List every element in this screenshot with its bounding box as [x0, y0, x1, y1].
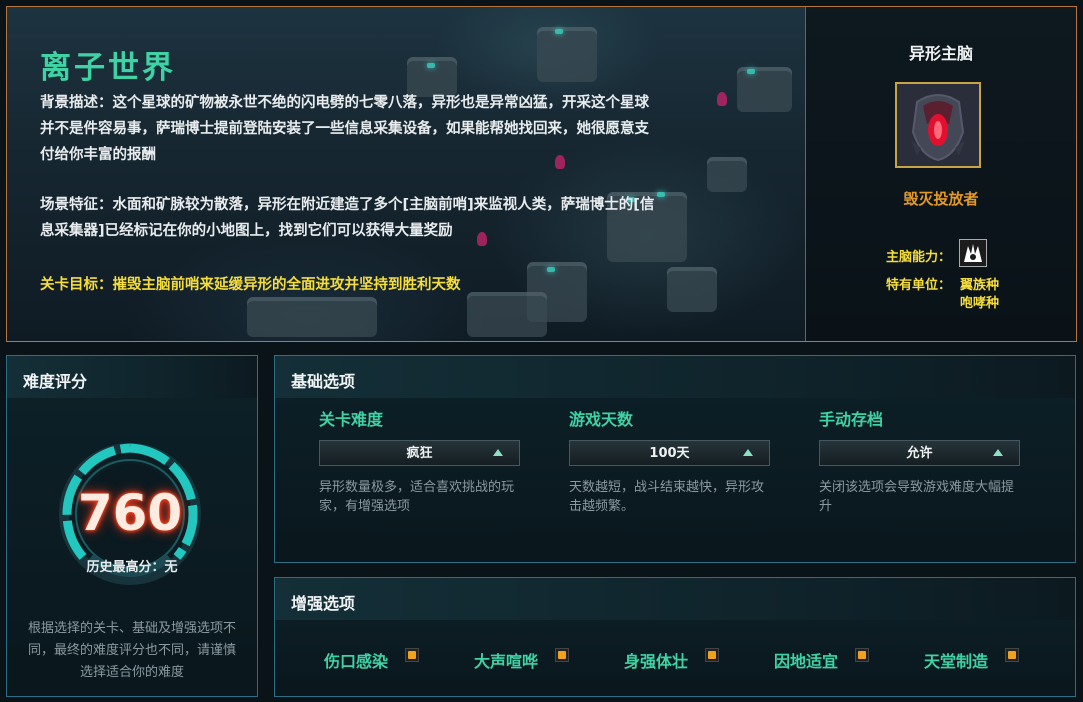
- option-description: 异形数量极多，适合喜欢挑战的玩家，有增强选项: [319, 480, 515, 514]
- enhanced-option-label[interactable]: 身强体壮: [624, 648, 688, 672]
- stage-background-text: 背景描述：这个星球的矿物被永世不绝的闪电劈的七零八落，异形也是异常凶猛，开采这个…: [40, 95, 649, 163]
- alien-brain-icon: [897, 84, 979, 166]
- difficulty-panel: 难度评分 760 历史最高分：无 根据选择的关卡、基础及增强选项不同，最终的难度…: [6, 355, 258, 697]
- boss-units-label: 特有单位：: [886, 278, 952, 293]
- enhanced-option-checkbox[interactable]: [705, 648, 719, 662]
- manual-save-select[interactable]: 允许: [819, 440, 1020, 466]
- basic-options-header: 基础选项: [275, 356, 1075, 398]
- option-manual-save: 手动存档 允许 关闭该选项会导致游戏难度大幅提升: [819, 406, 1029, 516]
- boss-unit: 翼族种: [960, 278, 1000, 293]
- enhanced-option-label[interactable]: 伤口感染: [324, 648, 388, 672]
- select-value: 疯狂: [406, 446, 433, 461]
- boss-name: 毁灭投放者: [903, 190, 979, 208]
- difficulty-note: 根据选择的关卡、基础及增强选项不同，最终的难度评分也不同，请谨慎选择适合你的难度: [27, 621, 236, 680]
- option-description: 关闭该选项会导致游戏难度大幅提升: [819, 480, 1015, 514]
- select-value: 100天: [649, 446, 690, 461]
- option-description: 天数越短，战斗结束越快，异形攻击越频繁。: [569, 480, 765, 514]
- select-value: 允许: [906, 446, 933, 461]
- option-stage-difficulty: 关卡难度 疯狂 异形数量极多，适合喜欢挑战的玩家，有增强选项: [319, 406, 529, 516]
- boss-panel: 异形主脑 毁灭投放者 主脑能力： 特有单位： 翼族种 咆哮种: [805, 7, 1076, 341]
- basic-options-title: 基础选项: [291, 372, 356, 391]
- difficulty-header: 难度评分: [7, 356, 257, 398]
- chevron-up-icon: [493, 449, 503, 456]
- enhanced-option-checkbox[interactable]: [405, 648, 419, 662]
- chevron-up-icon: [993, 449, 1003, 456]
- enhanced-option-label[interactable]: 因地适宜: [774, 648, 838, 672]
- enhanced-option-checkbox[interactable]: [555, 648, 569, 662]
- option-label: 关卡难度: [319, 410, 384, 429]
- enhanced-option-label[interactable]: 大声喧哗: [474, 648, 538, 672]
- game-days-select[interactable]: 100天: [569, 440, 770, 466]
- stage-objective-text: 关卡目标：摧毁主脑前哨来延缓异形的全面进攻并坚持到胜利天数: [40, 277, 461, 293]
- option-game-days: 游戏天数 100天 天数越短，战斗结束越快，异形攻击越频繁。: [569, 406, 779, 516]
- alien-claw-icon[interactable]: [959, 239, 987, 267]
- boss-ability-label: 主脑能力：: [886, 250, 952, 265]
- stage-banner: 离子世界 背景描述：这个星球的矿物被永世不绝的闪电劈的七零八落，异形也是异常凶猛…: [6, 6, 1077, 342]
- enhanced-option-label[interactable]: 天堂制造: [924, 648, 988, 672]
- stage-title: 离子世界: [40, 50, 176, 86]
- highscore-text: 历史最高分：无: [86, 560, 178, 575]
- chevron-up-icon: [743, 449, 753, 456]
- difficulty-select[interactable]: 疯狂: [319, 440, 520, 466]
- boss-portrait[interactable]: [895, 82, 981, 168]
- option-label: 手动存档: [819, 410, 884, 429]
- difficulty-score: 760: [77, 484, 183, 542]
- enhanced-options-panel: 增强选项 伤口感染 大声喧哗 身强体壮 因地适宜 天堂制造: [274, 577, 1076, 697]
- difficulty-title: 难度评分: [23, 372, 88, 391]
- enhanced-option-checkbox[interactable]: [1005, 648, 1019, 662]
- option-label: 游戏天数: [569, 410, 634, 429]
- stage-features-text: 场景特征：水面和矿脉较为散落，异形在附近建造了多个[主脑前哨]来监视人类，萨瑞博…: [40, 197, 655, 239]
- enhanced-options-header: 增强选项: [275, 578, 1075, 620]
- boss-title: 异形主脑: [908, 44, 973, 63]
- basic-options-panel: 基础选项 关卡难度 疯狂 异形数量极多，适合喜欢挑战的玩家，有增强选项 游戏天数…: [274, 355, 1076, 563]
- enhanced-option-checkbox[interactable]: [855, 648, 869, 662]
- enhanced-options-title: 增强选项: [291, 594, 356, 613]
- boss-unit: 咆哮种: [960, 296, 1000, 311]
